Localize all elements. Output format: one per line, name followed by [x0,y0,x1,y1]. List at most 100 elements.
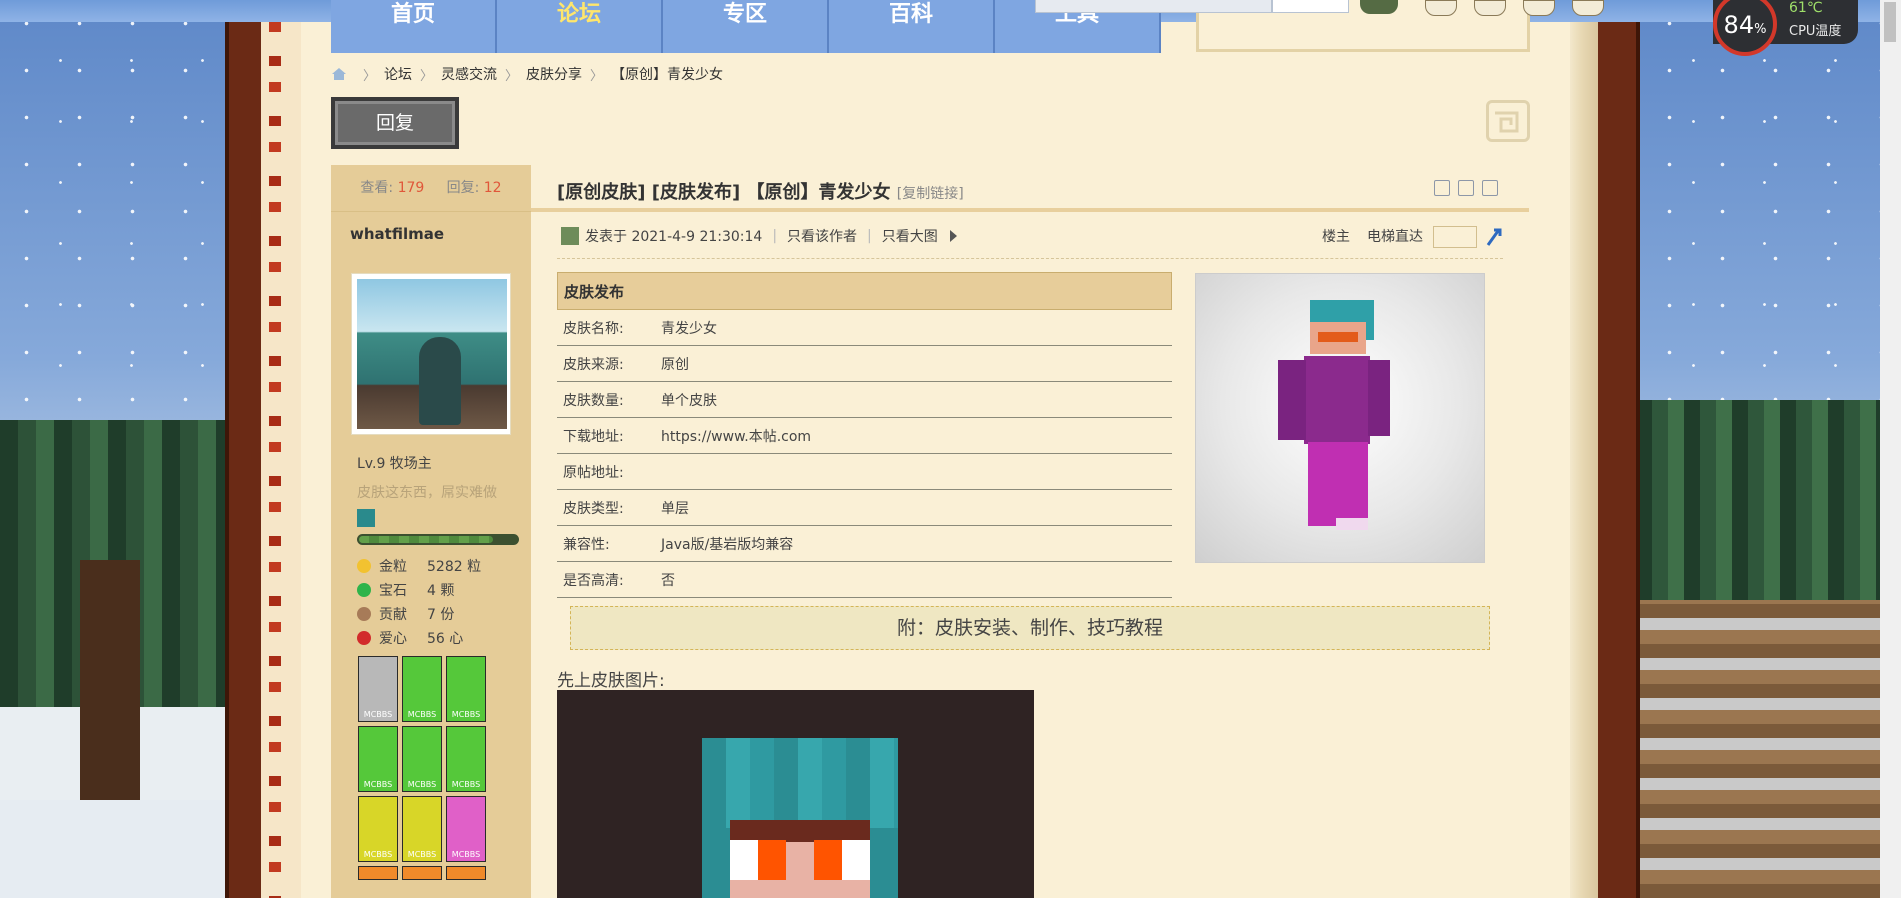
resource-value: 7 份 [427,607,455,623]
author-mini-avatar[interactable] [561,227,579,245]
pickaxe-medal-icon[interactable]: MCBBS [402,796,442,862]
avatar-thumb-icon[interactable] [1360,0,1398,14]
notice-icon[interactable] [1474,0,1506,16]
apple-medal-icon[interactable]: MCBBS [446,796,486,862]
table-row: 皮肤名称: 青发少女 [557,310,1172,346]
book-medal-icon[interactable]: MCBBS [402,726,442,792]
user-level[interactable]: Lv.9 牧场主 [357,453,432,473]
floor-jump-input[interactable] [1433,226,1477,248]
search-input[interactable] [1035,0,1272,13]
table-row: 是否高清: 否 [557,562,1172,598]
cpu-temperature: 61℃ [1789,0,1823,16]
scrollbar-thumb[interactable] [1884,2,1896,42]
skin-arm-left [1278,360,1306,440]
post-title-text: [原创皮肤] [皮肤发布] 【原创】青发少女 [557,182,891,203]
breadcrumb-inspiration[interactable]: 灵感交流 [441,64,497,84]
post-meta: 发表于 2021-4-9 21:30:14 | 只看该作者 | 只看大图 [561,226,957,246]
cpu-widget: 84% 61℃ CPU温度 [1713,0,1858,56]
only-author-link[interactable]: 只看该作者 [787,226,857,246]
replies-label: 回复: [446,180,480,196]
apple-icon[interactable] [1523,0,1555,16]
print-icon[interactable] [1434,180,1450,196]
page-scrollbar[interactable] [1880,0,1901,898]
phone-medal-icon[interactable]: MCBBS [358,726,398,792]
breadcrumb-skin-share[interactable]: 皮肤分享 [526,64,582,84]
screenshot-hair-side [870,828,898,898]
resource-value: 4 颗 [427,583,455,599]
resource-contribution[interactable]: 贡献 7 份 [357,604,454,624]
message-icon[interactable] [1425,0,1457,16]
skin-torso [1304,356,1370,444]
skin-shoes [1336,518,1368,530]
screenshot-hair-side [702,828,730,898]
table-row: 皮肤来源: 原创 [557,346,1172,382]
book-frame-pattern [261,22,301,898]
table-row: 皮肤数量: 单个皮肤 [557,382,1172,418]
elevator-label: 电梯直达 [1367,229,1423,245]
resource-label: 金粒 [379,559,407,575]
download-link[interactable]: https://www.本帖.com [661,426,811,446]
screenshot-brows [730,820,870,842]
pickaxe-medal-icon[interactable]: MCBBS [358,796,398,862]
nav-item-home[interactable]: 首页 [331,0,497,53]
nav-item-zone[interactable]: 专区 [663,0,829,53]
search-button[interactable] [1272,0,1349,13]
views-count: 179 [397,180,425,196]
medal-row-partial[interactable] [446,866,486,880]
meta-divider-line [557,258,1503,259]
block-medal-icon[interactable]: MCBBS [446,656,486,722]
emerald-icon [357,583,371,597]
table-row: 原帖地址: [557,454,1172,490]
skin-eyes [1318,332,1358,342]
resource-love[interactable]: 爱心 56 心 [357,628,463,648]
book-frame-right [1598,22,1640,898]
medal-row-partial[interactable] [358,866,398,880]
breadcrumb-forum[interactable]: 论坛 [384,64,412,84]
screenshot-eye-left [730,840,786,880]
author-name[interactable]: whatfilmae [350,225,444,243]
table-row: 下载地址: https://www.本帖.com [557,418,1172,454]
medal-row-partial[interactable] [402,866,442,880]
title-actions [1434,180,1498,196]
resource-label: 宝石 [379,583,407,599]
resource-value: 5282 粒 [427,559,482,575]
play-arrow-icon[interactable] [949,230,957,242]
meta-divider: | [867,228,872,244]
home-icon[interactable] [331,67,347,81]
nav-item-wiki[interactable]: 百科 [829,0,995,53]
breadcrumb-current[interactable]: 【原创】青发少女 [611,64,723,84]
meta-divider: | [772,228,778,244]
background-snow-left [0,800,225,898]
skin-screenshot-image[interactable] [557,690,1034,898]
skin-arm-right [1368,360,1390,436]
breadcrumb-separator: 〉 [420,68,434,84]
floor-label: 楼主 [1322,229,1350,245]
post-stats: 查看: 179 回复: 12 [331,165,531,212]
avatar-figure [419,337,461,425]
go-arrow-icon[interactable] [1485,227,1503,247]
screenshot-hair [702,738,898,828]
nav-item-forum[interactable]: 论坛 [497,0,663,53]
tutorial-link-bar[interactable]: 附：皮肤安装、制作、技巧教程 [570,606,1490,650]
views-label: 查看: [360,180,394,196]
diamond-helmet-icon [357,509,375,527]
copy-link[interactable]: [复制链接] [897,186,964,202]
skin-preview-image[interactable] [1195,273,1485,563]
cookie-icon [357,607,371,621]
map-medal-icon[interactable]: MCBBS [402,656,442,722]
skin-info-table: 皮肤发布 皮肤名称: 青发少女 皮肤来源: 原创 皮肤数量: 单个皮肤 下载地址: ht… [557,272,1172,598]
cookie-icon[interactable] [1572,0,1604,16]
resource-label: 贡献 [379,607,407,623]
next-thread-icon[interactable] [1482,180,1498,196]
fire-medal-icon[interactable]: MCBBS [358,656,398,722]
resource-gem[interactable]: 宝石 4 颗 [357,580,454,600]
xp-bar-fill [359,536,493,543]
reply-button[interactable]: 回复 [331,97,459,149]
collapse-icon[interactable] [1486,100,1530,142]
redstone-medal-icon[interactable]: MCBBS [446,726,486,792]
big-image-link[interactable]: 只看大图 [882,226,938,246]
avatar[interactable] [351,273,511,435]
prev-thread-icon[interactable] [1458,180,1474,196]
resource-gold[interactable]: 金粒 5282 粒 [357,556,481,576]
breadcrumb-separator: 〉 [590,68,604,84]
